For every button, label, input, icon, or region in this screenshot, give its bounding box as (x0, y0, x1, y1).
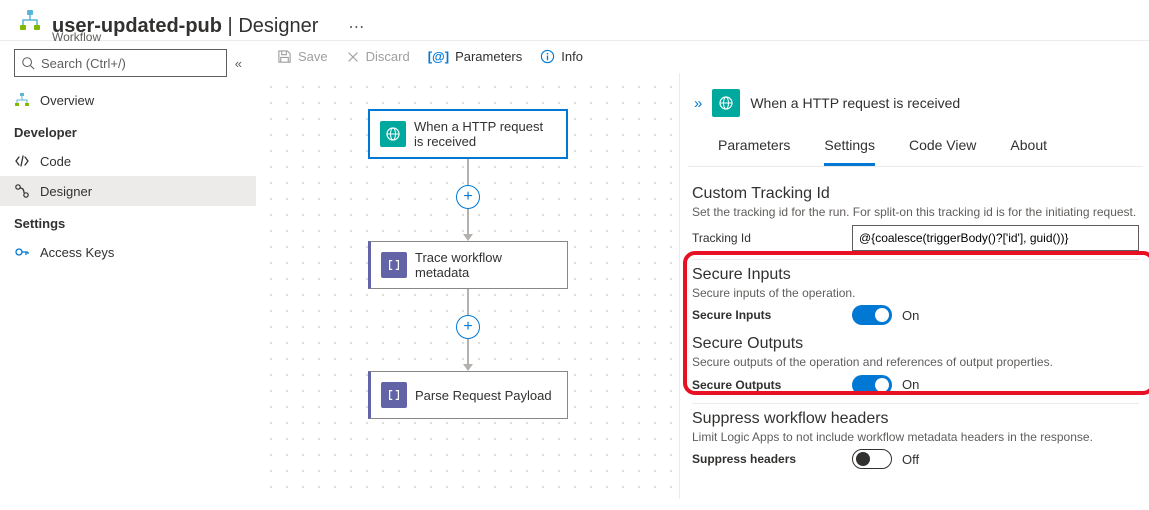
search-icon (21, 56, 35, 70)
sidebar-item-label: Designer (40, 184, 92, 199)
tab-about[interactable]: About (1010, 131, 1047, 166)
sidebar-heading-developer: Developer (0, 115, 256, 146)
setting-tracking-desc: Set the tracking id for the run. For spl… (692, 205, 1139, 221)
search-placeholder: Search (Ctrl+/) (41, 56, 126, 71)
parameters-button[interactable]: [@] Parameters (428, 49, 523, 64)
http-trigger-icon (712, 89, 740, 117)
setting-tracking-title: Custom Tracking Id (692, 185, 1139, 203)
sidebar-item-designer[interactable]: Designer (0, 176, 256, 206)
node-label: Parse Request Payload (415, 388, 552, 403)
setting-suppress-label: Suppress headers (692, 452, 852, 466)
settings-panel: » When a HTTP request is received Parame… (679, 73, 1149, 499)
page-subtitle: Workflow (52, 30, 101, 44)
save-button[interactable]: Save (277, 49, 328, 64)
sidebar-item-label: Code (40, 154, 71, 169)
setting-secure-inputs-label: Secure Inputs (692, 308, 852, 322)
sidebar-item-label: Overview (40, 93, 94, 108)
setting-secure-outputs-label: Secure Outputs (692, 378, 852, 392)
node-trace-metadata[interactable]: Trace workflow metadata (368, 241, 568, 289)
secure-outputs-toggle[interactable] (852, 375, 892, 395)
node-parse-payload[interactable]: Parse Request Payload (368, 371, 568, 419)
more-actions-icon[interactable]: ⋯ (348, 17, 364, 37)
discard-button[interactable]: Discard (346, 49, 410, 64)
designer-canvas[interactable]: When a HTTP request is received + Trace … (257, 73, 679, 499)
overview-icon (14, 92, 30, 108)
sidebar: Search (Ctrl+/) « Overview Developer Cod… (0, 41, 256, 499)
collapse-panel-icon[interactable]: » (694, 95, 702, 112)
sidebar-item-code[interactable]: Code (0, 146, 256, 176)
search-input[interactable]: Search (Ctrl+/) (14, 49, 227, 77)
tab-settings[interactable]: Settings (824, 131, 875, 166)
suppress-headers-toggle[interactable] (852, 449, 892, 469)
sidebar-heading-settings: Settings (0, 206, 256, 237)
parameters-icon: [@] (428, 49, 449, 64)
tab-parameters[interactable]: Parameters (718, 131, 790, 166)
node-http-trigger[interactable]: When a HTTP request is received (368, 109, 568, 159)
setting-secure-inputs-title: Secure Inputs (692, 266, 1139, 284)
setting-secure-outputs-desc: Secure outputs of the operation and refe… (692, 355, 1139, 371)
info-icon (540, 49, 555, 64)
access-keys-icon (14, 244, 30, 260)
setting-tracking-label: Tracking Id (692, 231, 852, 245)
setting-secure-outputs-title: Secure Outputs (692, 335, 1139, 353)
setting-suppress-title: Suppress workflow headers (692, 410, 1139, 428)
add-step-button[interactable]: + (456, 185, 480, 209)
scope-icon (381, 382, 407, 408)
sidebar-item-label: Access Keys (40, 245, 114, 260)
scope-icon (381, 252, 407, 278)
node-label: When a HTTP request is received (414, 119, 556, 149)
toggle-state: On (902, 377, 919, 392)
add-step-button[interactable]: + (456, 315, 480, 339)
code-icon (14, 153, 30, 169)
close-icon (346, 50, 360, 64)
toggle-state: Off (902, 452, 919, 467)
setting-suppress-desc: Limit Logic Apps to not include workflow… (692, 430, 1139, 446)
tab-codeview[interactable]: Code View (909, 131, 976, 166)
sidebar-item-access-keys[interactable]: Access Keys (0, 237, 256, 267)
tracking-id-input[interactable] (852, 225, 1139, 251)
collapse-sidebar-icon[interactable]: « (235, 56, 242, 71)
toolbar: Save Discard [@] Parameters Info (257, 41, 1149, 73)
sidebar-item-overview[interactable]: Overview (0, 85, 256, 115)
node-label: Trace workflow metadata (415, 250, 557, 280)
secure-inputs-toggle[interactable] (852, 305, 892, 325)
toggle-state: On (902, 308, 919, 323)
info-button[interactable]: Info (540, 49, 583, 64)
designer-icon (14, 183, 30, 199)
workflow-app-icon (18, 8, 42, 32)
panel-title: When a HTTP request is received (750, 95, 960, 111)
save-icon (277, 49, 292, 64)
setting-secure-inputs-desc: Secure inputs of the operation. (692, 286, 1139, 302)
http-trigger-icon (380, 121, 406, 147)
